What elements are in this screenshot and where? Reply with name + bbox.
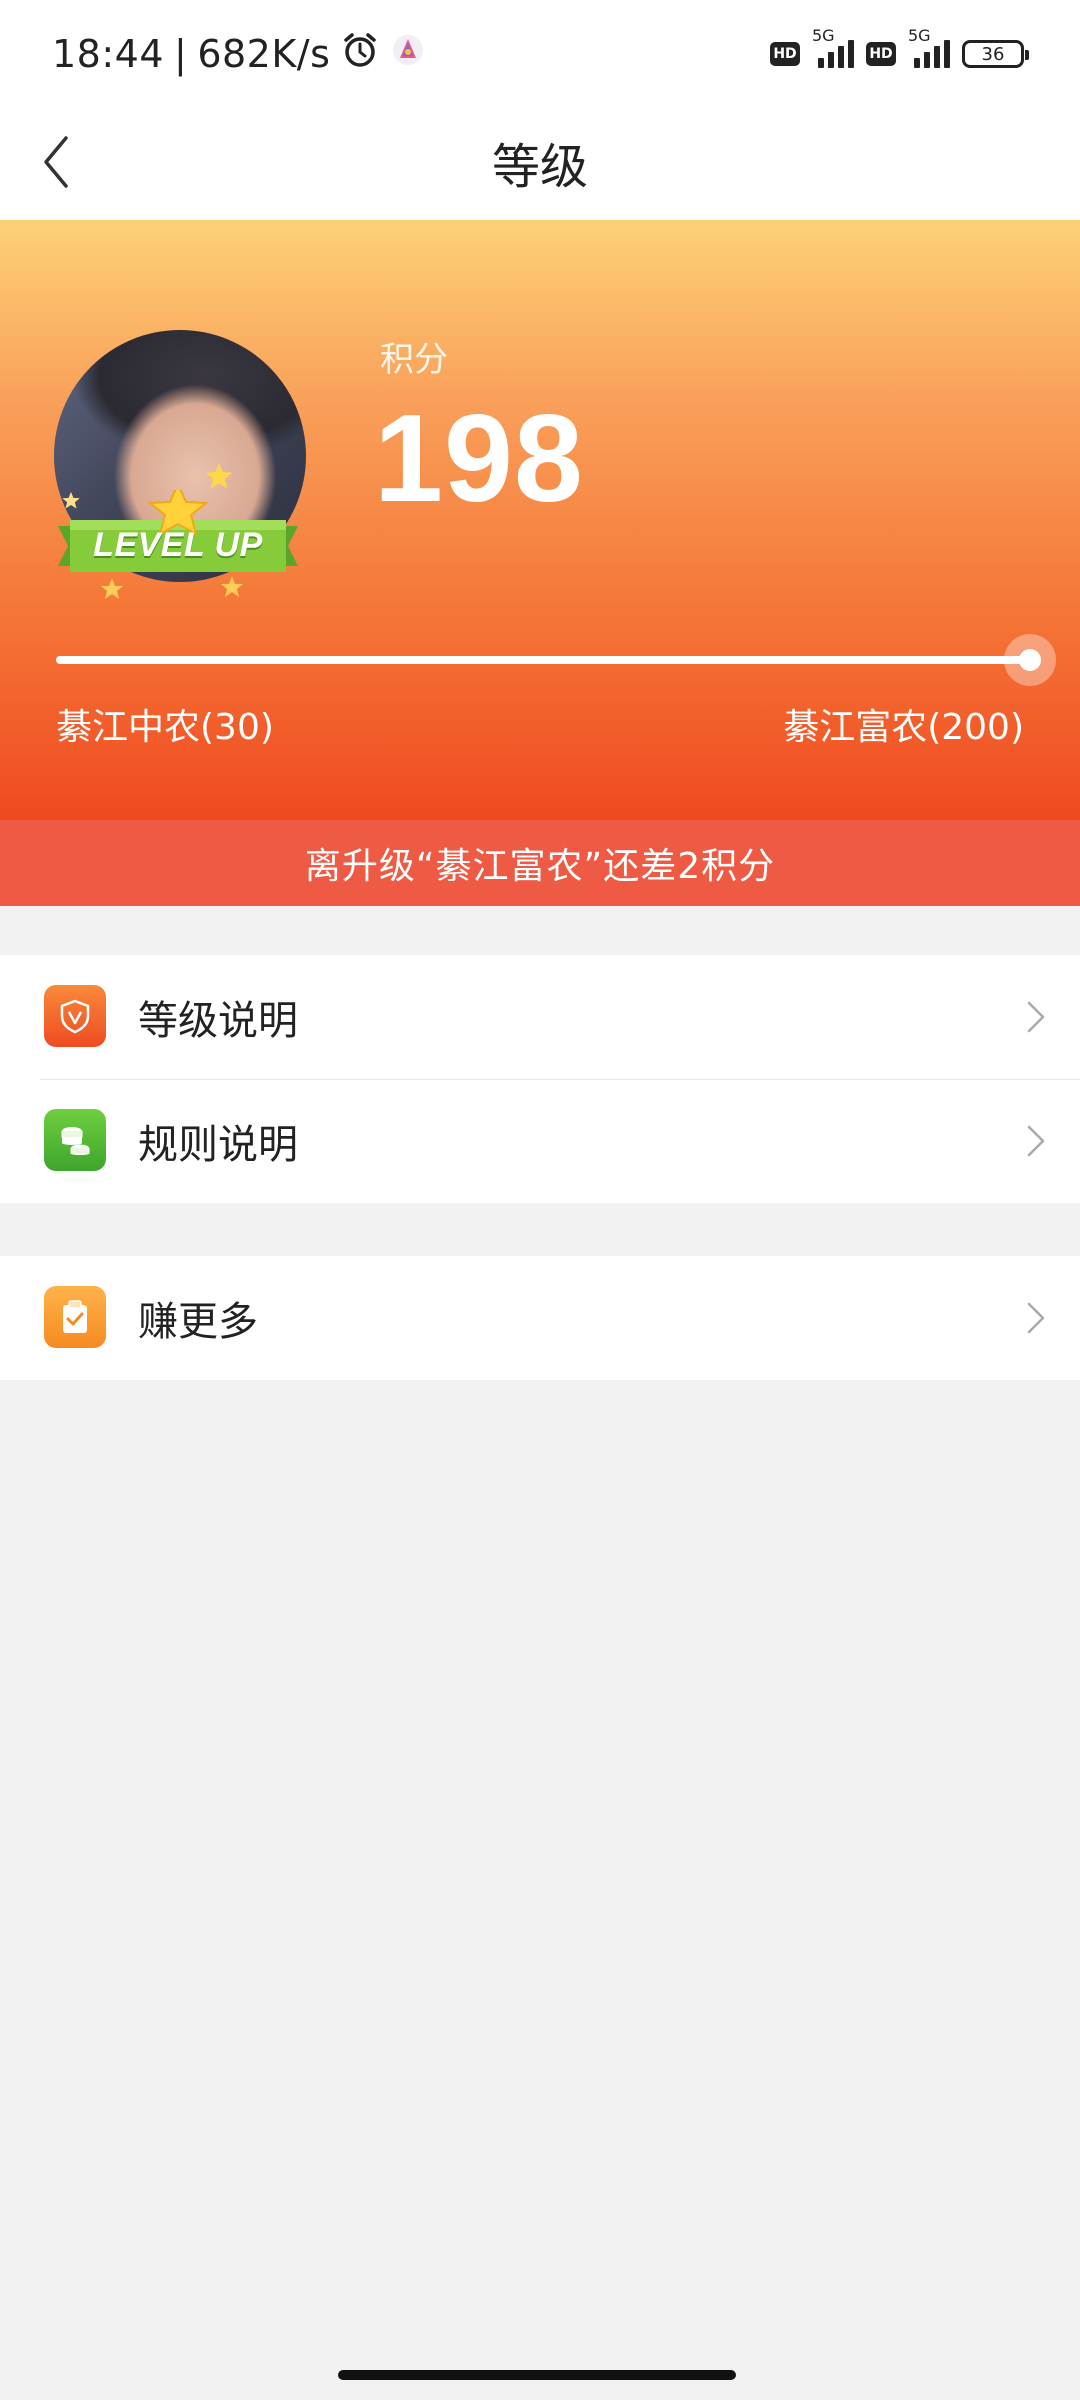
back-button[interactable]: [16, 122, 96, 202]
menu-item-earn-more[interactable]: 赚更多: [0, 1256, 1080, 1380]
menu-item-label: 赚更多: [138, 1299, 258, 1345]
points-value: 198: [374, 390, 584, 528]
star-icon: [205, 462, 233, 489]
clipboard-check-icon: [44, 1286, 106, 1348]
sim2-signal: 5G: [908, 26, 950, 68]
alarm-icon: [340, 30, 380, 79]
progress-knob: [1004, 634, 1057, 686]
upgrade-notice: 离升级“綦江富农”还差2积分: [0, 820, 1080, 906]
menu-item-label: 等级说明: [138, 998, 298, 1044]
sim1-network-label: 5G: [812, 26, 835, 45]
chevron-right-icon: [1018, 1300, 1054, 1336]
top-nav: 等级: [0, 104, 1080, 220]
battery-level: 36: [981, 43, 1005, 65]
current-level-label: 綦江中农(30): [56, 707, 274, 748]
sim2-network-label: 5G: [908, 26, 931, 45]
menu-item-level-description[interactable]: 等级说明: [0, 955, 1080, 1079]
status-right: HD 5G HD 5G 36: [770, 26, 1029, 80]
progress-fill: [56, 656, 1031, 664]
level-progress-bar: [56, 634, 1057, 686]
avatar-area: LEVEL UP: [52, 330, 312, 610]
next-level-label: 綦江富农(200): [783, 707, 1024, 748]
status-separator: |: [174, 32, 188, 76]
menu-group-earn: 赚更多: [0, 1256, 1080, 1380]
battery-icon: 36: [962, 40, 1029, 68]
chevron-left-icon: [44, 136, 68, 188]
status-net-speed: 682K/s: [197, 32, 331, 76]
points-label: 积分: [380, 340, 448, 380]
status-left: 18:44 | 682K/s: [52, 26, 426, 82]
shield-v-icon: [44, 985, 106, 1047]
status-bar: 18:44 | 682K/s HD 5G HD 5G 36: [0, 0, 1080, 104]
level-up-text: LEVEL UP: [93, 526, 263, 564]
coins-stack-icon: [44, 1109, 106, 1171]
app-notification-icon: [390, 32, 426, 77]
level-up-badge: LEVEL UP: [56, 490, 300, 600]
sim1-signal: 5G: [812, 26, 854, 68]
level-hero: LEVEL UP 积分 198 綦江中农(30) 綦江富农(200): [0, 220, 1080, 820]
page-title: 等级: [491, 139, 588, 195]
hd-icon: HD: [866, 42, 896, 66]
hd-icon: HD: [770, 42, 800, 66]
menu-item-rule-description[interactable]: 规则说明: [0, 1079, 1080, 1203]
chevron-right-icon: [1018, 1123, 1054, 1159]
menu-group-info: 等级说明 规则说明: [0, 955, 1080, 1203]
menu-item-label: 规则说明: [138, 1122, 298, 1168]
home-indicator[interactable]: [338, 2370, 736, 2380]
status-time: 18:44: [52, 32, 165, 76]
chevron-right-icon: [1018, 999, 1054, 1035]
